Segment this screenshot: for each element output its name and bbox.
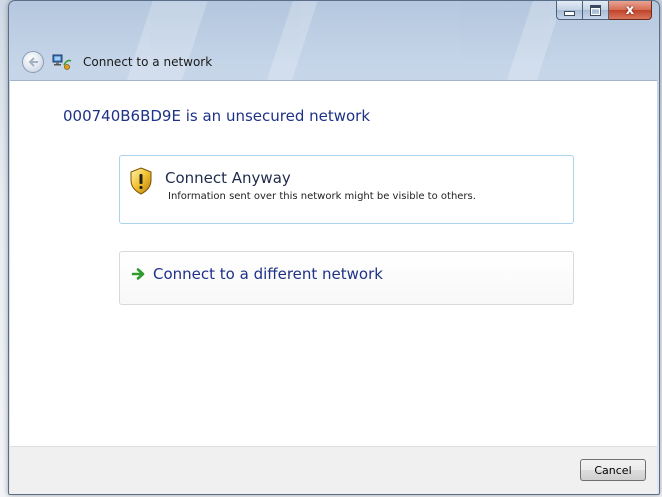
close-icon: x — [625, 2, 635, 18]
connect-anyway-title: Connect Anyway — [165, 169, 291, 187]
connect-to-network-dialog: x Connect to a network 000740B6BD9E is a… — [8, 0, 660, 495]
minimize-icon — [564, 10, 575, 16]
connect-anyway-description: Information sent over this network might… — [168, 191, 476, 202]
page-heading: 000740B6BD9E is an unsecured network — [63, 107, 371, 125]
green-arrow-icon — [131, 266, 147, 282]
window-title: Connect to a network — [83, 55, 213, 69]
caption-buttons: x — [556, 1, 652, 20]
connect-different-network-option[interactable]: Connect to a different network — [119, 251, 574, 305]
warning-shield-icon — [129, 167, 153, 195]
connect-anyway-option[interactable]: Connect Anyway Information sent over thi… — [119, 155, 574, 224]
back-button[interactable] — [22, 51, 44, 73]
back-arrow-icon — [28, 57, 38, 67]
cancel-button[interactable]: Cancel — [580, 459, 646, 481]
network-connect-icon — [52, 53, 72, 71]
connect-different-network-title: Connect to a different network — [153, 265, 383, 283]
maximize-button[interactable] — [583, 1, 609, 20]
minimize-button[interactable] — [556, 1, 583, 20]
maximize-icon — [590, 4, 601, 16]
dialog-footer: Cancel — [10, 446, 657, 494]
navigation-bar: Connect to a network — [9, 45, 659, 79]
close-button[interactable]: x — [609, 1, 652, 20]
dialog-content: 000740B6BD9E is an unsecured network Con… — [10, 80, 657, 446]
